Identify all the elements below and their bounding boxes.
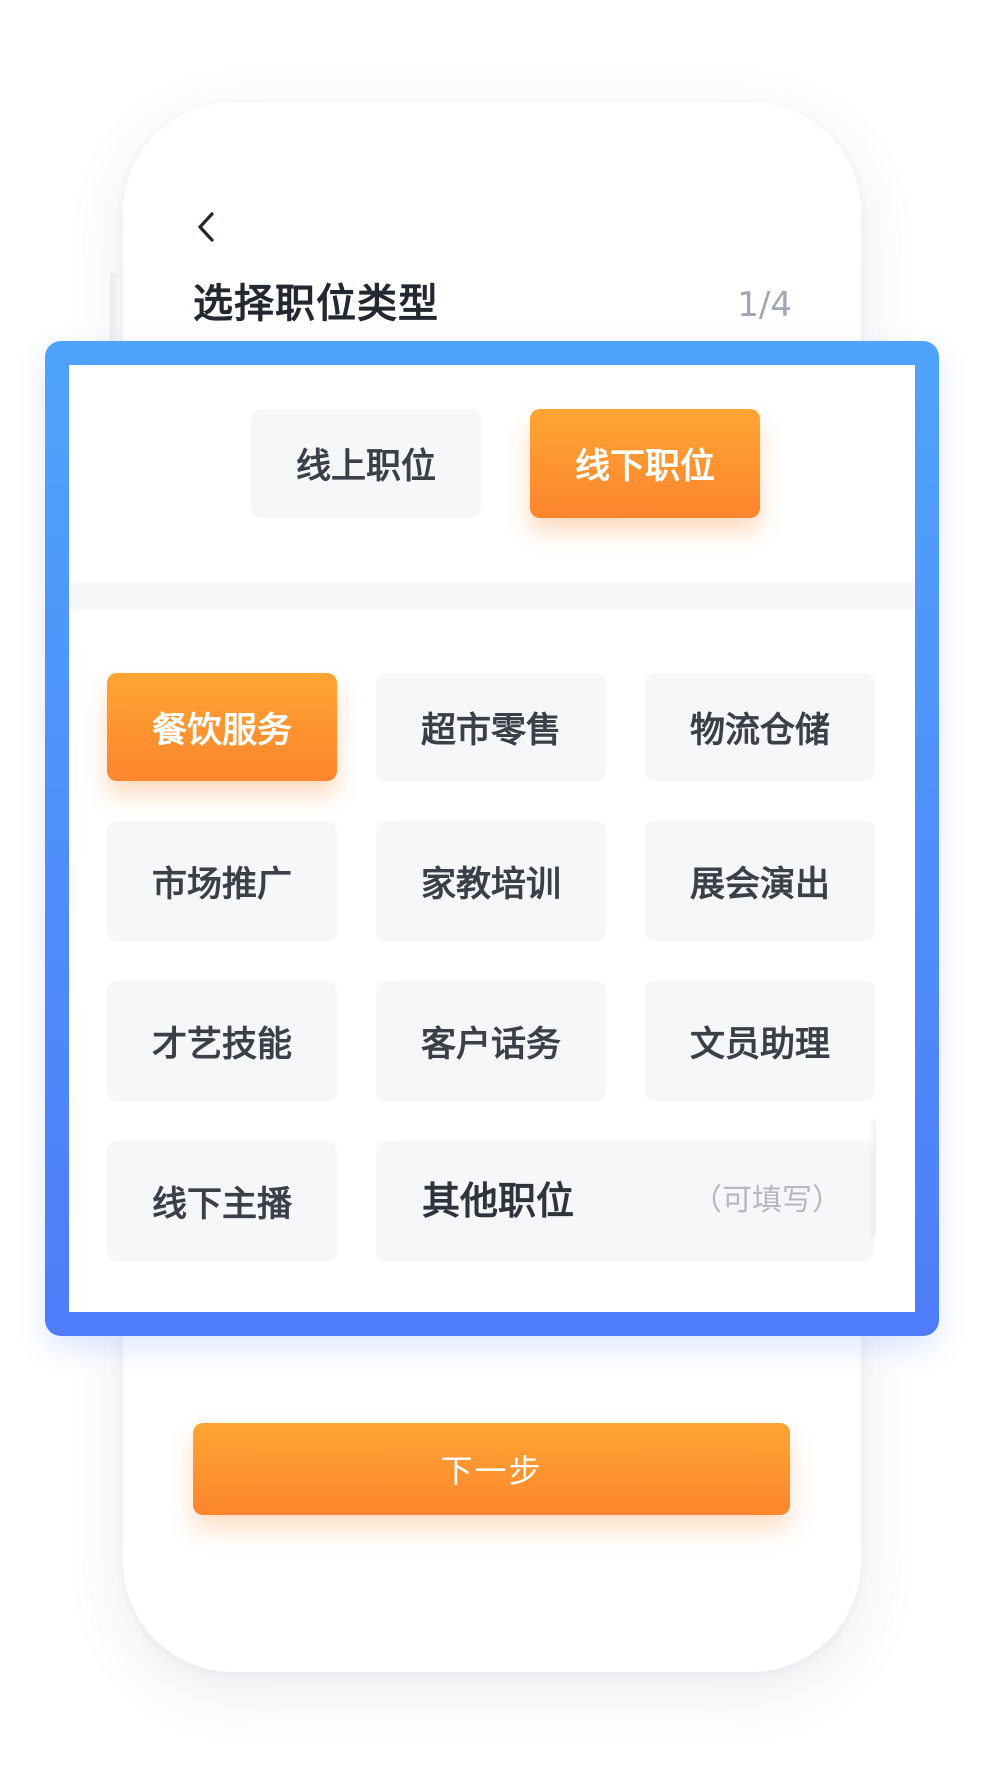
category-marketing-promotion[interactable]: 市场推广 — [107, 821, 337, 941]
category-talent-skills[interactable]: 才艺技能 — [107, 981, 337, 1101]
other-job-input[interactable]: 其他职位 （可填写） — [376, 1119, 876, 1261]
category-catering-service[interactable]: 餐饮服务 — [107, 673, 337, 781]
job-type-panel: 线上职位 线下职位 餐饮服务 超市零售 物流仓储 市场推广 家教培训 展会演出 … — [69, 365, 915, 1312]
highlight-frame: 线上职位 线下职位 餐饮服务 超市零售 物流仓储 市场推广 家教培训 展会演出 … — [45, 341, 939, 1336]
other-job-label: 其他职位 — [422, 1179, 575, 1223]
other-job-hint: （可填写） — [692, 1183, 842, 1218]
next-step-button[interactable]: 下一步 — [193, 1423, 790, 1515]
category-customer-service-calls[interactable]: 客户话务 — [376, 981, 606, 1101]
category-tutoring-training[interactable]: 家教培训 — [376, 821, 606, 941]
category-logistics-warehouse[interactable]: 物流仓储 — [645, 673, 875, 781]
category-offline-streamer[interactable]: 线下主播 — [107, 1141, 337, 1261]
step-indicator: 1/4 — [737, 285, 792, 325]
category-supermarket-retail[interactable]: 超市零售 — [376, 673, 606, 781]
online-jobs-button[interactable]: 线上职位 — [251, 409, 481, 518]
page-title: 选择职位类型 — [193, 281, 439, 327]
section-divider — [69, 583, 915, 609]
offline-jobs-button[interactable]: 线下职位 — [530, 409, 760, 518]
other-job-edge — [868, 1119, 876, 1237]
category-clerical-assistant[interactable]: 文员助理 — [645, 981, 875, 1101]
category-exhibition-performance[interactable]: 展会演出 — [645, 821, 875, 941]
chevron-left-icon[interactable] — [192, 210, 220, 244]
